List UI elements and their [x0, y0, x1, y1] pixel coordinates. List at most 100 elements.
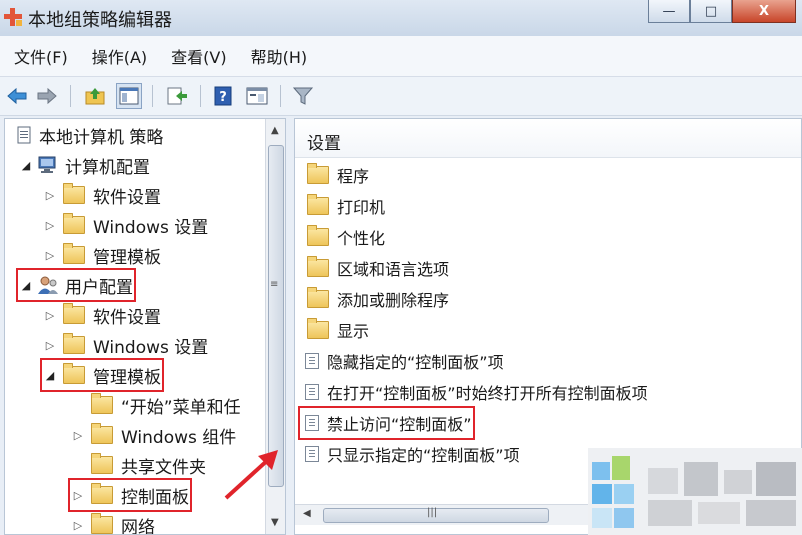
tree-item[interactable]: ▷ 管理模板: [43, 241, 161, 269]
filter-icon[interactable]: [290, 83, 316, 109]
settings-list-item[interactable]: 在打开“控制面板”时始终打开所有控制面板项: [301, 378, 648, 406]
tree-item[interactable]: ◢ 管理模板: [40, 358, 164, 392]
computer-icon: [37, 156, 59, 174]
close-button[interactable]: X: [732, 0, 796, 23]
collapsed-arrow-icon[interactable]: ▷: [43, 309, 57, 322]
toolbar-separator: [70, 85, 71, 107]
tree-item[interactable]: ▷ 软件设置: [43, 301, 161, 329]
tree-item[interactable]: “开始”菜单和任: [71, 391, 241, 419]
collapsed-arrow-icon[interactable]: ▷: [71, 429, 85, 442]
tree-item[interactable]: ◢ 用户配置: [16, 268, 136, 302]
settings-list-item[interactable]: 只显示指定的“控制面板”项: [301, 440, 520, 468]
scroll-up-icon[interactable]: ▲: [271, 125, 279, 136]
tree-item-label: 软件设置: [93, 307, 161, 328]
folder-icon: [63, 183, 85, 204]
tree-item[interactable]: ▷ 网络: [71, 511, 155, 535]
scroll-grip-icon: ≡: [270, 279, 279, 290]
group-policy-app-icon: [4, 8, 22, 26]
scroll-left-icon[interactable]: ◀: [303, 508, 311, 519]
annotation-arrow-icon: [224, 450, 278, 500]
tree-item-label: Windows 设置: [93, 337, 209, 358]
tree-item[interactable]: 本地计算机 策略: [11, 121, 163, 149]
menu-action[interactable]: 操作(A): [88, 42, 151, 70]
forward-arrow-icon[interactable]: [34, 83, 60, 109]
settings-item-label: 程序: [337, 167, 370, 186]
column-header-label: 设置: [307, 134, 341, 154]
settings-list-item[interactable]: 区域和语言选项: [301, 254, 449, 282]
settings-item-label: 显示: [337, 322, 370, 341]
tree-item[interactable]: ▷ Windows 组件: [71, 421, 236, 449]
folder-icon: [307, 256, 329, 277]
folder-icon: [63, 213, 85, 234]
settings-item-label: 只显示指定的“控制面板”项: [327, 446, 520, 465]
window-title: 本地组策略编辑器: [28, 10, 172, 31]
settings-list-item[interactable]: 显示: [301, 316, 369, 344]
folder-icon: [63, 363, 85, 384]
tree-item-label: 计算机配置: [65, 157, 150, 178]
help-icon[interactable]: ?: [210, 83, 236, 109]
title-bar: 本地组策略编辑器 — □ X: [0, 0, 802, 36]
menu-view[interactable]: 查看(V): [167, 42, 230, 70]
svg-text:?: ?: [219, 90, 227, 105]
tree-item-label: Windows 组件: [121, 427, 237, 448]
expanded-arrow-icon[interactable]: ◢: [19, 159, 33, 172]
tree-item[interactable]: ▷ 软件设置: [43, 181, 161, 209]
collapsed-arrow-icon[interactable]: ▷: [43, 249, 57, 262]
folder-icon: [91, 393, 113, 414]
collapsed-arrow-icon[interactable]: ▷: [71, 489, 85, 502]
show-hide-tree-icon[interactable]: [116, 83, 142, 109]
maximize-button[interactable]: □: [690, 0, 732, 23]
tree-item[interactable]: ▷ 控制面板: [68, 478, 192, 512]
settings-list-item[interactable]: 隐藏指定的“控制面板”项: [301, 347, 504, 375]
folder-icon: [307, 194, 329, 215]
tree-item-label: 本地计算机 策略: [39, 127, 164, 148]
properties-icon[interactable]: [244, 83, 270, 109]
settings-list-item[interactable]: 打印机: [301, 192, 385, 220]
tree-item[interactable]: ◢ 计算机配置: [19, 151, 150, 179]
folder-icon: [91, 453, 113, 474]
menu-help[interactable]: 帮助(H): [247, 42, 312, 70]
folder-icon: [307, 163, 329, 184]
policy-setting-icon: [305, 415, 319, 431]
tree-item-label: “开始”菜单和任: [121, 397, 241, 418]
collapsed-arrow-icon[interactable]: ▷: [71, 519, 85, 532]
folder-icon: [91, 513, 113, 534]
collapsed-arrow-icon[interactable]: ▷: [43, 339, 57, 352]
window-controls: — □ X: [648, 0, 796, 26]
tree-item[interactable]: 共享文件夹: [71, 451, 206, 479]
settings-column-header[interactable]: 设置: [295, 119, 801, 158]
expanded-arrow-icon[interactable]: ◢: [19, 279, 33, 292]
scroll-thumb[interactable]: [268, 145, 284, 487]
expanded-arrow-icon[interactable]: ◢: [43, 369, 57, 382]
folder-icon: [307, 287, 329, 308]
export-list-icon[interactable]: [164, 83, 190, 109]
settings-list-item[interactable]: 程序: [301, 161, 369, 189]
collapsed-arrow-icon[interactable]: ▷: [43, 189, 57, 202]
tree-item-label: 控制面板: [121, 487, 189, 508]
settings-list-item[interactable]: 禁止访问“控制面板”: [298, 406, 475, 440]
back-arrow-icon[interactable]: [4, 83, 30, 109]
user-icon: [37, 275, 59, 295]
menu-file[interactable]: 文件(F): [10, 42, 72, 70]
folder-icon: [91, 423, 113, 444]
settings-item-label: 打印机: [337, 198, 386, 217]
up-folder-icon[interactable]: [82, 83, 108, 109]
tree-item-label: 网络: [121, 517, 155, 535]
scroll-down-icon[interactable]: ▼: [271, 517, 279, 528]
collapsed-arrow-icon[interactable]: ▷: [43, 219, 57, 232]
toolbar-separator: [200, 85, 201, 107]
settings-list-item[interactable]: 个性化: [301, 223, 385, 251]
tree-item-label: 用户配置: [65, 277, 133, 298]
watermark-mosaic: [588, 448, 802, 535]
settings-item-label: 隐藏指定的“控制面板”项: [327, 353, 504, 372]
policy-setting-icon: [305, 353, 319, 369]
tree-item[interactable]: ▷ Windows 设置: [43, 331, 208, 359]
toolbar-separator: [152, 85, 153, 107]
policy-setting-icon: [305, 446, 319, 462]
tree-item-label: 管理模板: [93, 247, 161, 268]
minimize-button[interactable]: —: [648, 0, 690, 23]
policy-setting-icon: [305, 384, 319, 400]
settings-item-label: 禁止访问“控制面板”: [327, 415, 472, 434]
tree-item[interactable]: ▷ Windows 设置: [43, 211, 208, 239]
settings-list-item[interactable]: 添加或删除程序: [301, 285, 449, 313]
